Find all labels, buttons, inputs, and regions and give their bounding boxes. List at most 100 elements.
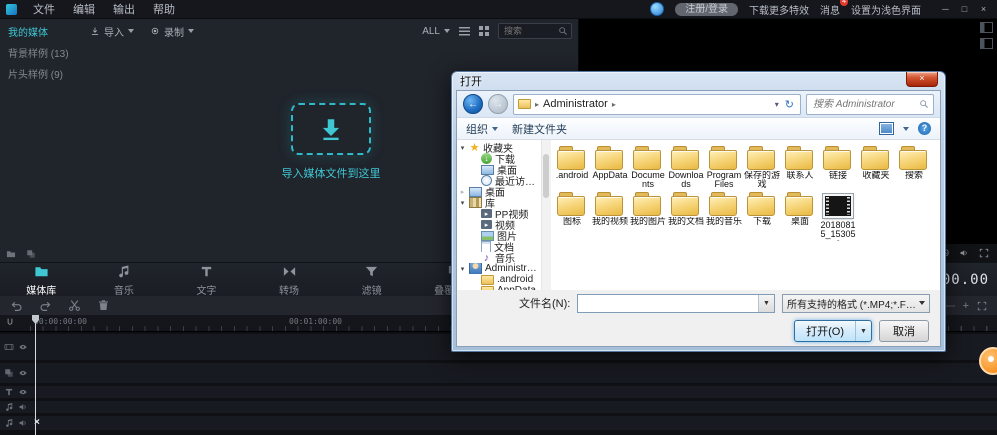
file-item[interactable]: 搜索 <box>895 146 933 190</box>
breadcrumb-root[interactable]: Administrator <box>543 98 608 110</box>
tree-collapsed-icon[interactable]: ▸ <box>459 188 466 196</box>
trash-icon[interactable] <box>97 299 110 312</box>
forward-button[interactable]: → <box>488 94 508 114</box>
sidebar-item-desktop[interactable]: ▸桌面 <box>457 186 541 197</box>
file-item[interactable]: 我的视频 <box>591 192 629 241</box>
menu-item[interactable]: 输出 <box>104 1 144 17</box>
tab-text[interactable]: 文字 <box>165 263 248 297</box>
sidebar-item-folder[interactable]: .android <box>457 274 541 285</box>
menu-item[interactable]: 编辑 <box>64 1 104 17</box>
maximize-button[interactable]: □ <box>955 0 974 18</box>
dialog-search-box[interactable] <box>806 94 934 115</box>
zoom-in-icon[interactable]: + <box>963 300 969 312</box>
close-button[interactable]: × <box>974 0 993 18</box>
messages-link[interactable]: 消息 4 <box>820 2 840 17</box>
filetype-dropdown[interactable]: 所有支持的格式 (*.MP4;*.FLV;*. <box>782 294 930 313</box>
file-item[interactable]: 我的音乐 <box>705 192 743 241</box>
undo-icon[interactable] <box>10 299 23 312</box>
track-text[interactable] <box>0 386 997 398</box>
refresh-icon[interactable]: ↻ <box>783 98 796 111</box>
file-item[interactable]: 收藏夹 <box>857 146 895 190</box>
tab-folder[interactable]: 媒体库 <box>0 263 83 297</box>
sidebar-item-user[interactable]: ▾Administrator <box>457 263 541 274</box>
sidebar-item-recent[interactable]: 最近访问的位置 <box>457 175 541 186</box>
light-theme-link[interactable]: 设置为浅色界面 <box>851 2 921 17</box>
open-button-label[interactable]: 打开(O) <box>795 321 855 341</box>
list-view-icon[interactable] <box>459 27 470 36</box>
sidebar-item-video[interactable]: ▸视频 <box>457 219 541 230</box>
panel-layout-icon[interactable] <box>980 22 993 33</box>
organize-button[interactable]: 组织 <box>466 121 498 137</box>
track-audio[interactable]: × <box>0 416 997 430</box>
address-dropdown-icon[interactable]: ▾ <box>775 100 779 109</box>
filter-all-dropdown[interactable]: ALL <box>422 26 450 37</box>
scrollbar-thumb[interactable] <box>543 154 549 198</box>
sidebar-item-music[interactable]: ♪音乐 <box>457 252 541 263</box>
menu-item[interactable]: 帮助 <box>144 1 184 17</box>
speaker-icon[interactable] <box>959 248 969 258</box>
sidebar-item-library[interactable]: ▾库 <box>457 197 541 208</box>
file-item[interactable]: Downloads <box>667 146 705 190</box>
tab-transition[interactable]: 转场 <box>248 263 331 297</box>
media-search-input[interactable] <box>502 25 558 37</box>
import-button[interactable]: 导入 <box>90 24 134 39</box>
sidebar-item-desktop[interactable]: 桌面 <box>457 164 541 175</box>
file-item[interactable]: 我的文档 <box>667 192 705 241</box>
dialog-close-button[interactable]: × <box>906 72 938 87</box>
sidebar-item-download[interactable]: ↓下载 <box>457 153 541 164</box>
file-item[interactable]: Program Files <box>705 146 743 190</box>
file-item[interactable]: 桌面 <box>781 192 819 241</box>
minimize-button[interactable]: ─ <box>936 0 955 18</box>
file-item[interactable]: 20180815_153056 <box>819 192 857 241</box>
sidebar-scrollbar[interactable] <box>541 140 551 290</box>
back-button[interactable]: ← <box>463 94 483 114</box>
folder-small-icon[interactable] <box>6 249 16 259</box>
open-dropdown-icon[interactable]: ▼ <box>855 321 871 341</box>
track-audio[interactable] <box>0 401 997 413</box>
tab-music[interactable]: 音乐 <box>83 263 166 297</box>
dialog-search-input[interactable] <box>811 98 919 111</box>
dropzone-box[interactable] <box>291 103 371 155</box>
filename-input[interactable] <box>577 294 775 313</box>
tree-expanded-icon[interactable]: ▾ <box>459 144 466 152</box>
media-search-box[interactable] <box>498 23 572 39</box>
tab-filter[interactable]: 滤镜 <box>330 263 413 297</box>
import-small-icon[interactable] <box>26 249 36 259</box>
file-item[interactable]: 链接 <box>819 146 857 190</box>
account-button[interactable]: 注册/登录 <box>675 3 738 16</box>
menu-item[interactable]: 文件 <box>24 1 64 17</box>
file-item[interactable]: 我的图片 <box>629 192 667 241</box>
cancel-button[interactable]: 取消 <box>879 320 929 342</box>
file-item[interactable]: 图标 <box>553 192 591 241</box>
chevron-down-icon[interactable] <box>903 127 909 131</box>
combo-dropdown-icon[interactable]: ▼ <box>758 295 774 312</box>
help-icon[interactable]: ? <box>918 122 931 135</box>
file-item[interactable]: Documents <box>629 146 667 190</box>
download-effects-link[interactable]: 下载更多特效 <box>749 2 809 17</box>
media-collection-tab[interactable]: 片头样例 (9) <box>0 63 86 84</box>
media-collection-tab[interactable]: 我的媒体 <box>0 21 86 42</box>
tree-expanded-icon[interactable]: ▾ <box>459 265 466 273</box>
link-tracks-icon[interactable] <box>5 317 15 327</box>
open-button[interactable]: 打开(O) ▼ <box>794 320 872 342</box>
file-item[interactable]: AppData <box>591 146 629 190</box>
fit-timeline-icon[interactable] <box>977 301 987 311</box>
address-bar[interactable]: ▸ Administrator ▸ ▾ ↻ <box>513 94 801 115</box>
account-avatar-icon[interactable] <box>650 2 664 16</box>
media-collection-tab[interactable]: 背景样例 (13) <box>0 42 86 63</box>
panel-layout-icon[interactable] <box>980 38 993 49</box>
sidebar-item-video[interactable]: ▸PP视频 <box>457 208 541 219</box>
views-icon[interactable] <box>879 122 894 135</box>
file-item[interactable]: 联系人 <box>781 146 819 190</box>
file-item[interactable]: .android <box>553 146 591 190</box>
sidebar-item-document[interactable]: 文档 <box>457 241 541 252</box>
redo-icon[interactable] <box>39 299 52 312</box>
record-button[interactable]: 录制 <box>150 24 194 39</box>
scissors-icon[interactable] <box>68 299 81 312</box>
new-folder-button[interactable]: 新建文件夹 <box>512 121 567 137</box>
sidebar-item-picture[interactable]: 图片 <box>457 230 541 241</box>
dialog-titlebar[interactable]: 打开 <box>452 72 945 90</box>
tree-expanded-icon[interactable]: ▾ <box>459 199 466 207</box>
playhead[interactable] <box>35 315 36 435</box>
fullscreen-icon[interactable] <box>979 248 989 258</box>
